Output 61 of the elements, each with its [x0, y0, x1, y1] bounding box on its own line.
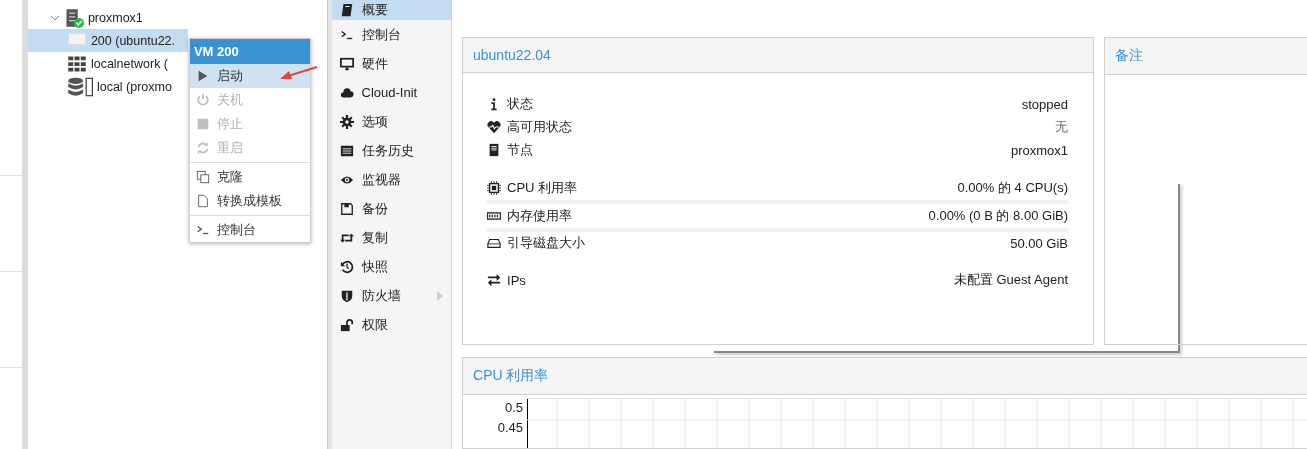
nav-item[interactable]: 备份 — [331, 194, 451, 223]
field-value: 无 — [1055, 118, 1068, 137]
field-label: 节点 — [507, 141, 533, 160]
nav-item[interactable]: 硬件 — [331, 49, 451, 78]
field-value: stopped — [1021, 96, 1068, 112]
nav-item[interactable]: 控制台 — [331, 20, 451, 49]
field-value: 0.00% (0 B 的 8.00 GiB) — [928, 206, 1068, 225]
unlock-icon — [339, 317, 354, 332]
menu-title: VM 200 — [189, 39, 310, 64]
field-label: 状态 — [507, 95, 533, 114]
nav-item[interactable]: Cloud-Init — [331, 78, 451, 107]
nav-item[interactable]: 选项 — [331, 107, 451, 136]
book-icon — [339, 3, 354, 17]
server-icon — [487, 143, 501, 158]
power-icon — [195, 93, 210, 107]
gear-icon — [339, 114, 354, 129]
nav-item[interactable]: 任务历史 — [331, 136, 451, 165]
tree-item[interactable]: localnetwork ( — [27, 52, 188, 75]
panel-title: 备注 — [1105, 37, 1307, 75]
field-label: 高可用状态 — [507, 118, 572, 137]
nav-item[interactable]: 概要 — [331, 0, 451, 20]
axis-tick-label: 0.5 — [504, 399, 523, 417]
menu-item[interactable]: 转换成模板 — [189, 189, 310, 213]
nav-item[interactable]: 快照 — [331, 252, 451, 281]
panel-title: CPU 利用率 — [463, 358, 1307, 395]
clone-icon — [195, 170, 210, 184]
database-icon — [66, 76, 93, 97]
field-label: 内存使用率 — [507, 206, 572, 225]
chip-icon — [487, 180, 501, 195]
panel-title: ubuntu22.04 — [463, 37, 1093, 73]
tree-item[interactable]: 200 (ubuntu22. — [27, 29, 188, 52]
monitor-icon — [339, 56, 354, 71]
exchange-icon — [487, 273, 501, 288]
history-icon — [339, 259, 354, 274]
nav-item[interactable]: 防火墙 — [331, 281, 451, 310]
floppy-icon — [339, 201, 354, 216]
monitor-icon — [66, 30, 87, 51]
nav-item[interactable]: 复制 — [331, 223, 451, 252]
field-value: 未配置 Guest Agent — [953, 271, 1068, 290]
list-icon — [339, 143, 354, 158]
field-value: proxmox1 — [1010, 142, 1068, 158]
terminal-icon — [195, 223, 210, 237]
shield-icon — [339, 288, 354, 303]
tree-item[interactable]: proxmox1 — [27, 6, 188, 29]
heartbeat-icon — [487, 120, 501, 135]
field-value: 0.00% 的 4 CPU(s) — [957, 178, 1068, 197]
stop-icon — [195, 117, 210, 131]
menu-item[interactable]: 启动 — [189, 64, 310, 88]
nav-item[interactable]: 权限 — [331, 310, 451, 339]
tree-item[interactable]: local (proxmo — [27, 75, 188, 98]
field-label: CPU 利用率 — [507, 178, 578, 197]
field-label: 引导磁盘大小 — [507, 234, 585, 253]
menu-item[interactable]: 克隆 — [189, 165, 310, 189]
nav-item[interactable]: 监视器 — [331, 165, 451, 194]
reload-icon — [195, 141, 210, 155]
cloud-icon — [339, 85, 354, 100]
field-value: 50.00 GiB — [1010, 235, 1068, 251]
field-label: IPs — [507, 272, 526, 288]
axis-tick-label: 0.45 — [497, 419, 523, 437]
file-icon — [195, 194, 210, 208]
menu-item[interactable]: 控制台 — [189, 218, 310, 242]
